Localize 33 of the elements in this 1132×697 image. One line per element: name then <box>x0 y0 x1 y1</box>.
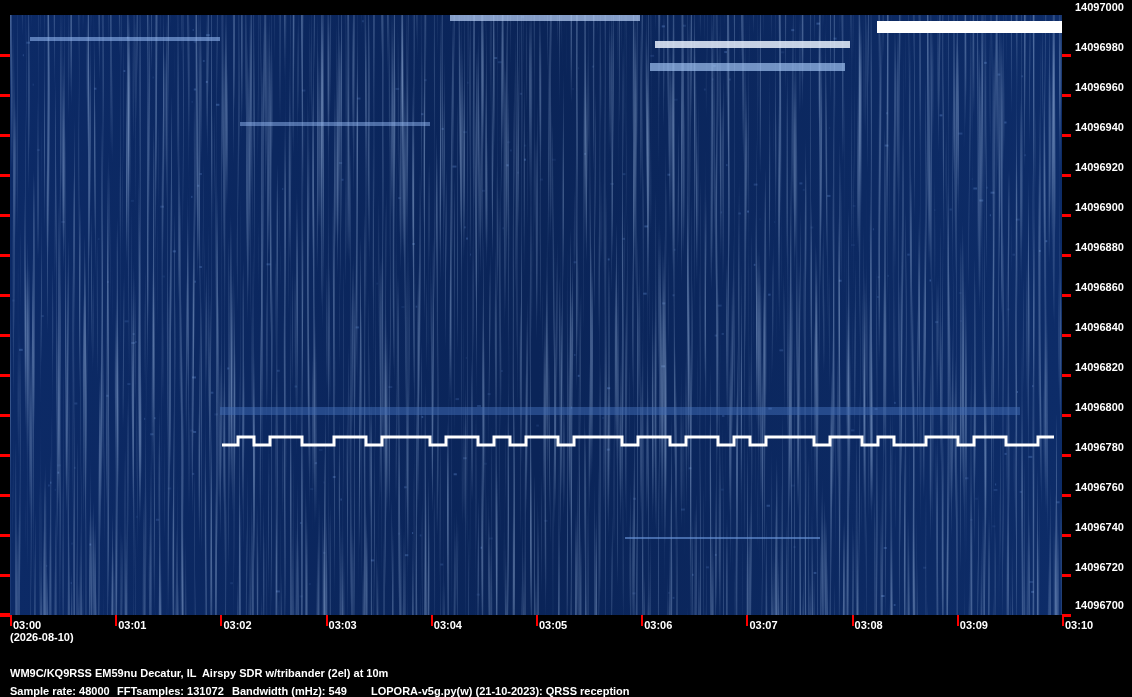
time-label: 03:07 <box>748 618 778 631</box>
parameter-text: FFTsamples: 131072 <box>117 685 225 697</box>
time-label: 03:09 <box>958 618 988 631</box>
parameter-text: Bandwidth (mHz): 549 <box>232 685 348 697</box>
frequency-label: 14096920 <box>1075 160 1124 174</box>
frequency-label: 14096940 <box>1075 120 1124 134</box>
time-label: 03:08 <box>853 618 883 631</box>
time-label: 03:05 <box>538 618 568 631</box>
time-label: 03:00 <box>12 618 42 631</box>
date-label: (2026-08-10) <box>10 631 74 643</box>
time-label: 03:01 <box>117 618 147 631</box>
frequency-label: 14096780 <box>1075 440 1124 454</box>
frequency-label: 14096880 <box>1075 240 1124 254</box>
frequency-label: 14096700 <box>1075 598 1124 612</box>
frequency-label: 14096980 <box>1075 40 1124 54</box>
frequency-label: 14096840 <box>1075 320 1124 334</box>
frequency-label: 14096860 <box>1075 280 1124 294</box>
time-label: 03:04 <box>432 618 462 631</box>
frequency-label: 14096740 <box>1075 520 1124 534</box>
frequency-label: 14097000 <box>1075 0 1124 14</box>
parameter-text: Sample rate: 48000 <box>10 685 111 697</box>
frequency-label: 14096900 <box>1075 200 1124 214</box>
frequency-label: 14096820 <box>1075 360 1124 374</box>
time-label: 03:10 <box>1064 618 1094 631</box>
frequency-label: 14096960 <box>1075 80 1124 94</box>
station-info: WM9C/KQ9RSS EM59nu Decatur, IL Airspy SDR w/tribander (2el) at 10m <box>10 667 390 679</box>
time-label: 03:03 <box>327 618 357 631</box>
time-label: 03:02 <box>222 618 252 631</box>
parameter-text: LOPORA-v5g.py(w) (21-10-2023): QRSS reception <box>371 685 630 697</box>
time-label: 03:06 <box>643 618 673 631</box>
frequency-label: 14096800 <box>1075 400 1124 414</box>
frequency-label: 14096760 <box>1075 480 1124 494</box>
frequency-label: 14096720 <box>1075 560 1124 574</box>
